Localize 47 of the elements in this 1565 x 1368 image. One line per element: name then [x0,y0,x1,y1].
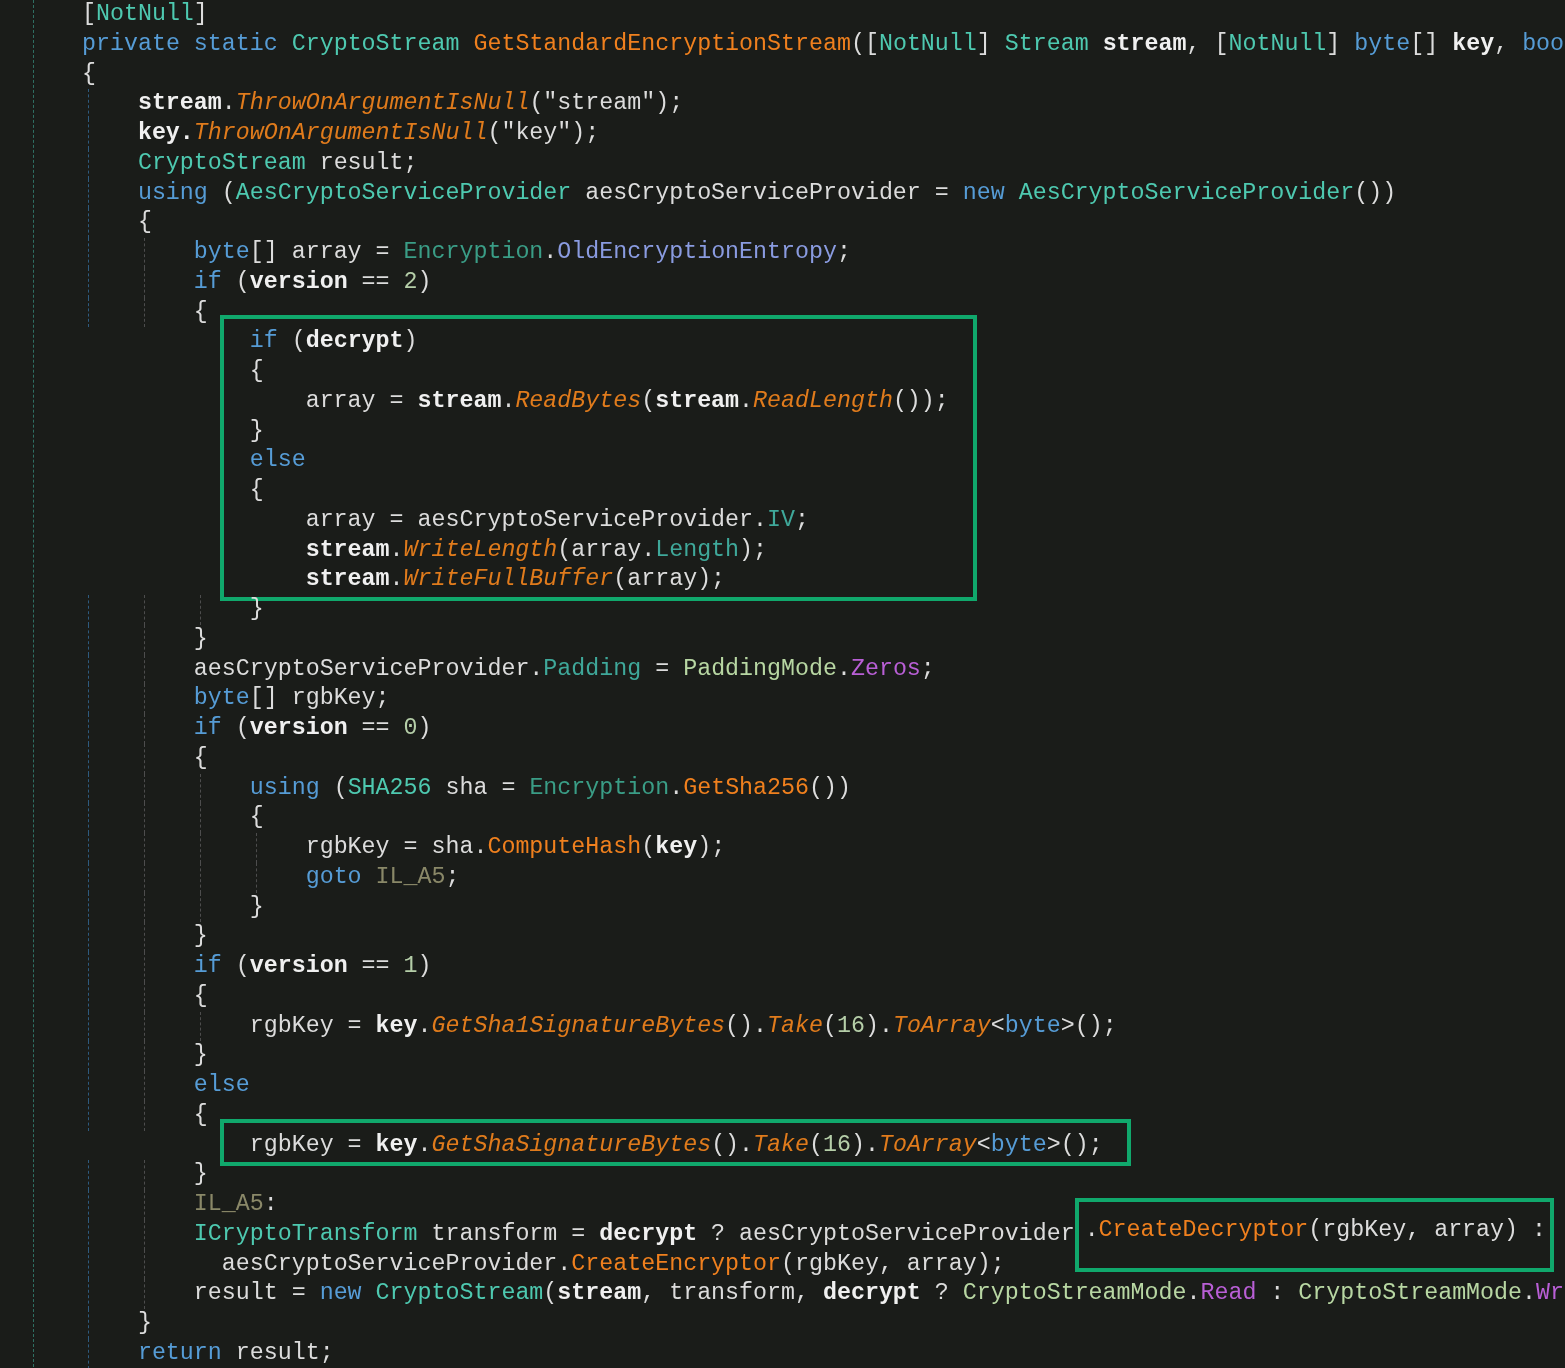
code-line: if (decrypt) [249,327,418,357]
code-line: stream.WriteFullBuffer(array); [305,565,726,595]
code-line: } [193,1160,208,1190]
code-line: { [193,981,208,1011]
code-line: byte[] array = Encryption.OldEncryptionEntropy; [193,238,851,267]
code-line: goto IL_A5; [305,862,460,892]
code-line: stream.WriteLength(array.Length); [305,535,768,565]
highlight-box: .CreateDecryptor(rgbKey, array) : [1074,1197,1554,1272]
code-line: private static CryptoStream GetStandardEncryptionStream([NotNull] Stream stream, [NotNull] byte[] key, boo [82,29,1565,59]
code-line: { [193,297,208,327]
code-line: } [249,892,264,922]
code-line: CryptoStream result; [137,148,418,178]
code-line: } [249,595,264,624]
code-line: { [193,743,208,773]
code-line: } [249,416,264,446]
code-line: using (SHA256 sha = Encryption.GetSha256()) [249,773,851,803]
code-line: array = stream.ReadBytes(stream.ReadLength()); [305,386,949,416]
code-line: if (version == 2) [193,267,432,297]
code-line: else [249,446,306,476]
code-line: } [193,1041,208,1071]
code-line: { [249,803,264,833]
code-line: aesCryptoServiceProvider.CreateEncryptor(rgbKey, array); [221,1249,1005,1279]
code-line: ICryptoTransform transform = decrypt ? aesCryptoServiceProvider [193,1219,1075,1249]
code-line: else [193,1071,250,1100]
code-line: { [137,208,152,238]
code-line: aesCryptoServiceProvider.Padding = PaddingMode.Zeros; [193,654,935,684]
code-line: rgbKey = key.GetSha1SignatureBytes().Take(16).ToArray<byte>(); [249,1011,1117,1041]
code-line: rgbKey = sha.ComputeHash(key); [305,833,726,862]
code-line: { [249,476,264,505]
code-line: stream.ThrowOnArgumentIsNull("stream"); [137,89,684,119]
code-line: IL_A5: [193,1190,278,1219]
code-line: } [193,922,208,952]
code-line: { [249,357,264,386]
code-line: if (version == 0) [193,714,432,743]
code-line: array = aesCryptoServiceProvider.IV; [305,505,809,535]
code-line: { [193,1100,208,1130]
code-line: rgbKey = key.GetShaSignatureBytes().Take(16).ToArray<byte>(); [249,1130,1103,1160]
code-line: result = new CryptoStream(stream, transform, decrypt ? CryptoStreamMode.Read : CryptoStreamMode.Wr [193,1279,1564,1309]
code-line: if (version == 1) [193,952,432,981]
code-line: return result; [137,1338,334,1368]
code-line: [NotNull] [82,0,208,29]
code-line: } [193,624,208,654]
code-line: } [137,1309,152,1338]
code-line: { [82,59,96,89]
code-line: byte[] rgbKey; [193,684,390,714]
code-line: key.ThrowOnArgumentIsNull("key"); [137,119,600,148]
code-line: using (AesCryptoServiceProvider aesCryptoServiceProvider = new AesCryptoServiceProvider()) [137,178,1397,208]
